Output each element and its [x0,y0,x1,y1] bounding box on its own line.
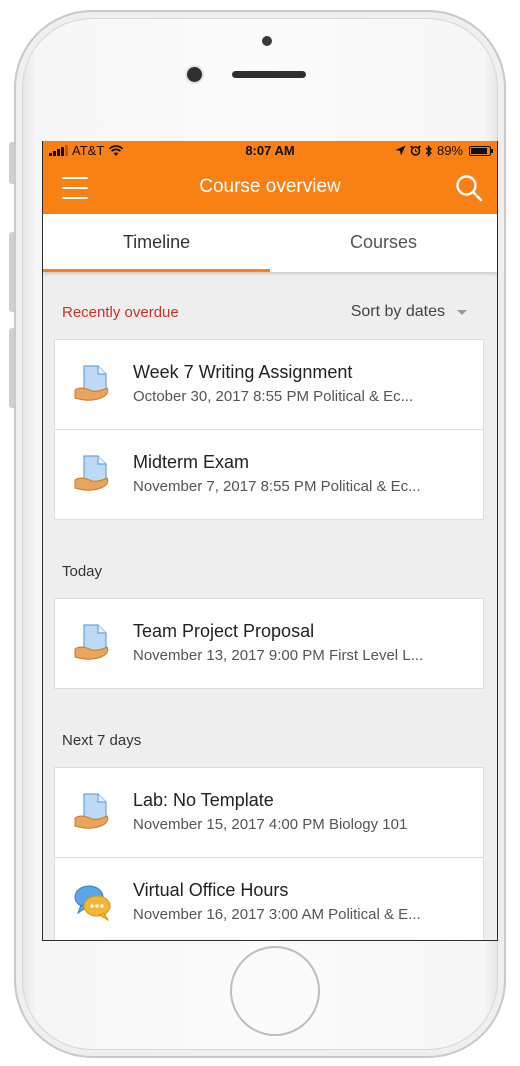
item-title: Week 7 Writing Assignment [133,362,353,382]
today-list: Team Project Proposal November 13, 2017 … [54,598,484,689]
sort-label: Sort by dates [350,303,445,320]
location-icon [395,145,406,156]
next-7-days-list: Lab: No Template November 15, 2017 4:00 … [54,767,484,940]
list-item[interactable]: Lab: No Template November 15, 2017 4:00 … [55,768,483,857]
item-subtitle: November 15, 2017 4:00 PM Biology 101 [133,816,408,833]
assignment-icon [74,624,109,660]
front-camera [187,67,202,82]
item-title: Virtual Office Hours [133,880,289,900]
battery-icon [469,145,493,156]
status-bar: AT&T 8:07 AM 89% [43,141,497,161]
home-button[interactable] [230,946,320,1036]
item-subtitle: November 13, 2017 9:00 PM First Level L.… [133,647,424,664]
tab-timeline[interactable]: Timeline [43,214,270,272]
item-title: Team Project Proposal [133,621,315,641]
app-screen: AT&T 8:07 AM 89% Course overview Timelin… [42,141,498,941]
app-header: Course overview [43,161,497,214]
sort-dropdown[interactable]: Sort by dates [351,303,467,321]
battery-percent: 89% [436,143,463,158]
alarm-icon [410,145,421,156]
device-mockup: AT&T 8:07 AM 89% Course overview Timelin… [0,0,520,1066]
item-title: Lab: No Template [133,790,274,810]
bluetooth-icon [425,144,432,157]
assignment-icon [74,365,109,401]
list-item[interactable]: Week 7 Writing Assignment October 30, 20… [55,340,483,429]
list-item[interactable]: Midterm Exam November 7, 2017 8:55 PM Po… [55,429,483,519]
overdue-list: Week 7 Writing Assignment October 30, 20… [54,339,484,520]
item-title: Midterm Exam [133,452,250,472]
assignment-icon [74,455,109,491]
caret-down-icon [457,309,467,315]
item-subtitle: November 16, 2017 3:00 AM Political & E.… [133,906,421,923]
section-title-next-7-days: Next 7 days [62,732,142,749]
list-item[interactable]: Virtual Office Hours November 16, 2017 3… [55,857,483,940]
chat-icon [74,885,111,922]
item-subtitle: October 30, 2017 8:55 PM Political & Ec.… [133,388,414,405]
item-subtitle: November 7, 2017 8:55 PM Political & Ec.… [133,478,421,495]
front-sensor [262,36,272,46]
search-icon[interactable] [453,172,485,204]
page-title: Course overview [199,176,341,197]
assignment-icon [74,793,109,829]
earpiece-speaker [232,71,306,78]
section-title-overdue: Recently overdue [62,304,179,321]
active-tab-indicator [43,269,270,272]
section-title-today: Today [62,563,103,580]
tab-courses[interactable]: Courses [270,214,497,272]
tab-bar: Timeline Courses [43,214,497,272]
list-item[interactable]: Team Project Proposal November 13, 2017 … [55,599,483,688]
